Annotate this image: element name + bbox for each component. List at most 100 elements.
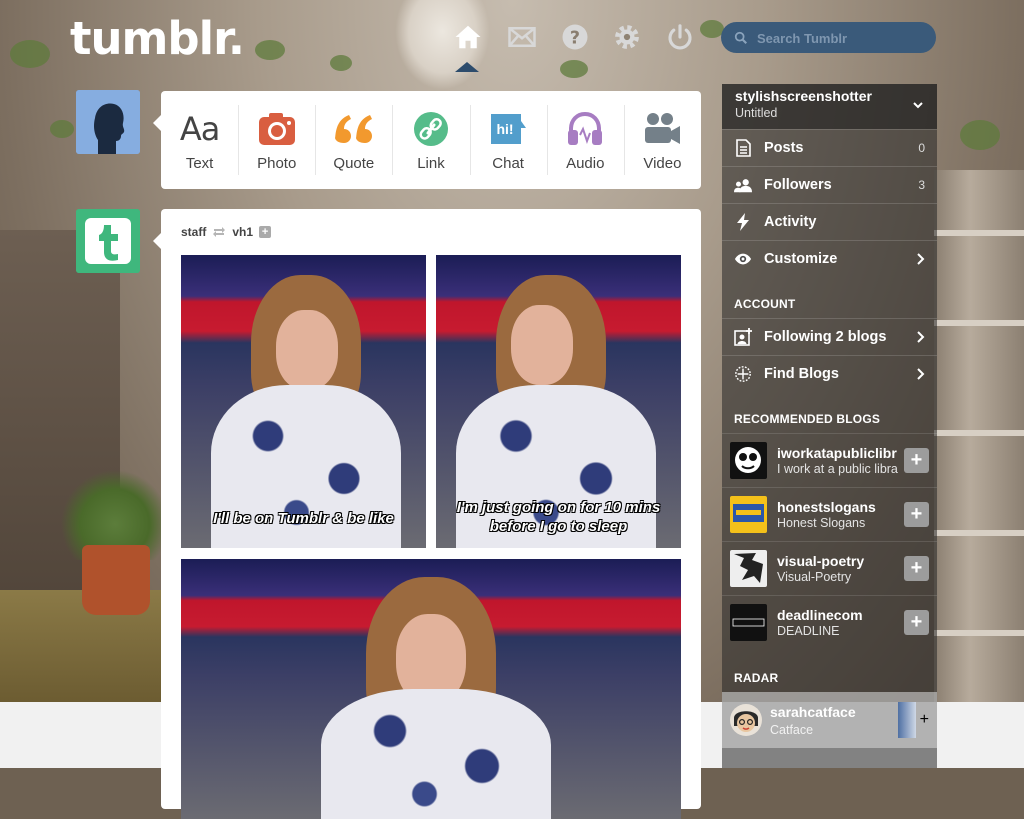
- sidebar-item-posts[interactable]: Posts 0: [722, 129, 937, 166]
- reblogged-from[interactable]: vh1: [232, 225, 253, 239]
- post-type-bar: Aa Text Photo Quote Link hi! Chat Audio: [153, 91, 701, 189]
- post-type-label: Quote: [333, 154, 375, 172]
- lightning-icon: [734, 213, 752, 231]
- radar-heading: RADAR: [734, 671, 779, 685]
- follow-button[interactable]: +: [904, 556, 929, 581]
- blog-avatar: [730, 496, 767, 533]
- radar-post[interactable]: sarahcatface Catface +: [722, 692, 937, 748]
- post-type-label: Text: [185, 154, 214, 172]
- gif-image-3[interactable]: [181, 559, 681, 819]
- sidebar-item-activity[interactable]: Activity: [722, 203, 937, 240]
- dashboard-post: staff vh1 + I'll be on Tumblr & be like …: [153, 209, 701, 819]
- post-type-label: Audio: [566, 154, 605, 172]
- post-type-link[interactable]: Link: [392, 91, 469, 189]
- reblog-icon: [213, 227, 226, 237]
- eye-icon: [734, 250, 752, 268]
- account-heading: ACCOUNT: [734, 297, 796, 311]
- radar-blog-description: Catface: [770, 722, 814, 737]
- search-input[interactable]: [755, 22, 929, 55]
- radar-preview: [897, 702, 916, 738]
- chevron-right-icon: [917, 368, 925, 380]
- followers-icon: [734, 176, 752, 194]
- chat-icon: hi!: [485, 109, 531, 149]
- blog-switcher[interactable]: stylishscreenshotter Untitled: [722, 84, 937, 129]
- sidebar: stylishscreenshotter Untitled Posts 0 Fo…: [722, 84, 937, 768]
- follow-plus-button[interactable]: +: [259, 226, 272, 238]
- radar-blog-name: sarahcatface: [770, 703, 856, 720]
- text-icon: Aa: [179, 109, 220, 148]
- post-type-label: Video: [643, 154, 682, 172]
- blog-description: DEADLINE: [777, 624, 840, 638]
- power-icon[interactable]: [665, 22, 695, 52]
- blog-name: stylishscreenshotter: [735, 88, 872, 104]
- tumblr-logo[interactable]: tumblr.: [70, 12, 245, 65]
- sidebar-item-label: Posts: [764, 140, 804, 156]
- post-type-video[interactable]: Video: [623, 91, 701, 189]
- post-type-audio[interactable]: Audio: [546, 91, 624, 189]
- blog-description: Honest Slogans: [777, 516, 866, 530]
- quote-icon: [331, 109, 377, 149]
- active-nav-indicator: [455, 62, 479, 72]
- blog-name: visual-poetry: [777, 553, 865, 569]
- sidebar-item-label: Followers: [764, 177, 832, 193]
- blog-avatar: [730, 442, 767, 479]
- user-avatar[interactable]: [76, 90, 140, 154]
- posts-count: 0: [918, 141, 925, 155]
- gif-caption: I'll be on Tumblr & be like: [213, 510, 394, 527]
- post-type-photo[interactable]: Photo: [238, 91, 315, 189]
- staff-avatar[interactable]: [76, 209, 140, 273]
- blog-name: deadlinecom: [777, 607, 863, 623]
- headphones-icon: [562, 109, 608, 149]
- gear-icon[interactable]: [612, 22, 642, 52]
- recommended-blog[interactable]: honestslogans Honest Slogans +: [722, 487, 937, 541]
- sidebar-item-find-blogs[interactable]: Find Blogs: [722, 355, 937, 392]
- post-type-label: Chat: [492, 154, 524, 172]
- chevron-down-icon: [913, 102, 923, 109]
- gif-image-2[interactable]: I'm just going on for 10 mins before I g…: [436, 255, 681, 548]
- post-header: staff vh1 +: [181, 225, 272, 239]
- follow-button[interactable]: +: [904, 610, 929, 635]
- svg-text:hi!: hi!: [497, 121, 514, 137]
- follow-button[interactable]: +: [904, 448, 929, 473]
- blog-name: honestslogans: [777, 499, 876, 515]
- camera-icon: [254, 109, 300, 149]
- blog-description: Visual-Poetry: [777, 570, 852, 584]
- sidebar-item-label: Following 2 blogs: [764, 329, 887, 345]
- posts-icon: [734, 139, 752, 157]
- blog-description: I work at a public libra: [777, 462, 898, 476]
- help-icon[interactable]: ?: [560, 22, 590, 52]
- followers-count: 3: [918, 178, 925, 192]
- recommended-blog[interactable]: visual-poetry Visual-Poetry +: [722, 541, 937, 595]
- recommended-blog[interactable]: deadlinecom DEADLINE +: [722, 595, 937, 649]
- blog-avatar: [730, 604, 767, 641]
- compass-icon: [734, 365, 752, 383]
- sidebar-item-customize[interactable]: Customize: [722, 240, 937, 277]
- recommended-blog[interactable]: iworkatapubliclibr I work at a public lib…: [722, 433, 937, 487]
- chevron-right-icon: [917, 253, 925, 265]
- home-icon[interactable]: [453, 22, 483, 52]
- post-type-quote[interactable]: Quote: [315, 91, 392, 189]
- follow-button[interactable]: +: [904, 502, 929, 527]
- following-icon: [734, 328, 752, 346]
- blog-name: iworkatapubliclibr: [777, 445, 897, 461]
- chevron-right-icon: [917, 331, 925, 343]
- svg-text:?: ?: [570, 28, 580, 48]
- recommended-heading: RECOMMENDED BLOGS: [734, 412, 881, 426]
- mail-icon[interactable]: [507, 22, 537, 52]
- follow-button[interactable]: +: [920, 711, 929, 729]
- blog-avatar: [730, 550, 767, 587]
- blog-title: Untitled: [735, 106, 778, 120]
- sidebar-item-label: Customize: [764, 251, 838, 267]
- post-type-chat[interactable]: hi! Chat: [469, 91, 547, 189]
- search-icon: [734, 31, 747, 44]
- video-camera-icon: [639, 109, 685, 149]
- sidebar-item-label: Find Blogs: [764, 366, 839, 382]
- gif-image-1[interactable]: I'll be on Tumblr & be like: [181, 255, 426, 548]
- post-author[interactable]: staff: [181, 225, 206, 239]
- sidebar-item-followers[interactable]: Followers 3: [722, 166, 937, 203]
- post-type-text[interactable]: Aa Text: [161, 91, 238, 189]
- post-type-label: Photo: [257, 154, 297, 172]
- sidebar-item-following[interactable]: Following 2 blogs: [722, 318, 937, 355]
- gif-caption: I'm just going on for 10 mins before I g…: [456, 499, 661, 535]
- search-box[interactable]: [721, 22, 936, 55]
